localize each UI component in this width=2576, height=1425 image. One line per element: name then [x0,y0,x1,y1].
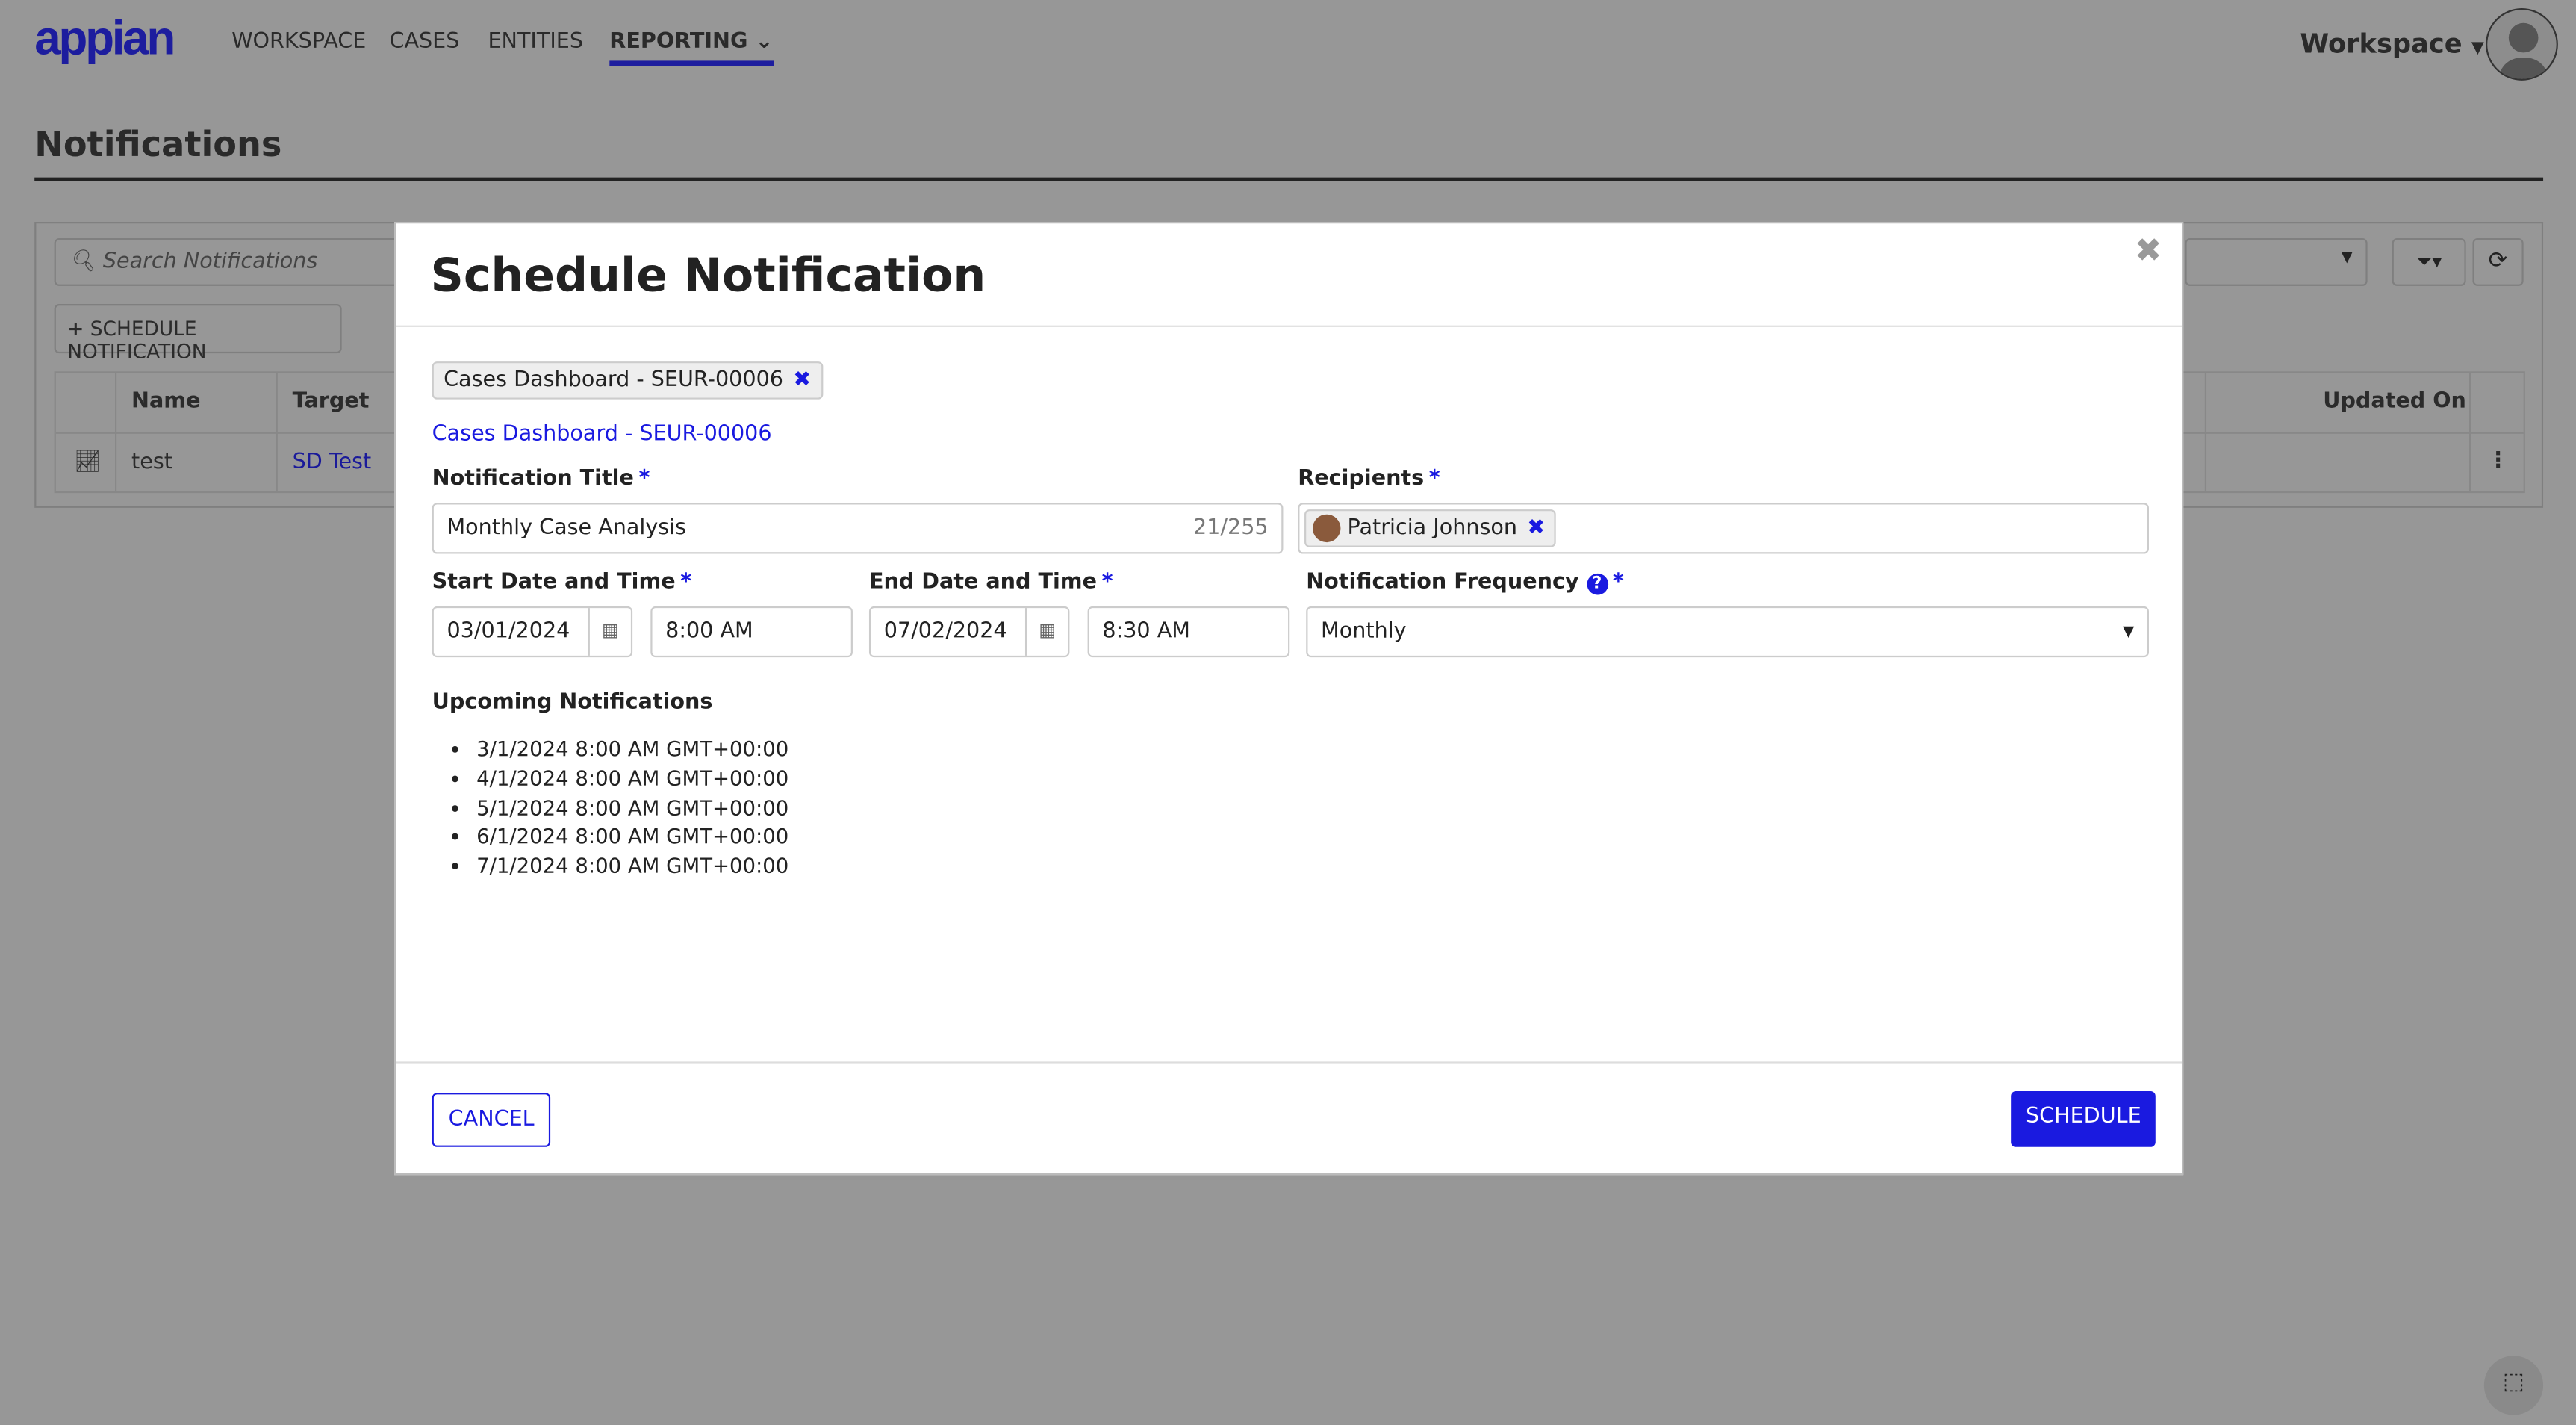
close-icon[interactable]: ✖ [2135,230,2162,270]
end-time-input[interactable]: 8:30 AM [1087,606,1290,658]
row-name: test [131,450,172,475]
upcoming-item: 6/1/2024 8:00 AM GMT+00:00 [476,822,788,851]
refresh-icon: ⟳ [2488,248,2508,275]
recipient-name: Patricia Johnson [1347,515,1518,541]
end-date-value: 07/02/2024 [883,619,1007,645]
title-divider [34,177,2544,180]
remove-recipient-icon[interactable]: ✖ [1527,516,1545,541]
upcoming-item: 4/1/2024 8:00 AM GMT+00:00 [476,764,788,793]
search-input[interactable]: 🔍︎ Search Notifications [54,238,416,286]
workspace-label: Workspace [2300,28,2463,60]
schedule-notification-dialog: Schedule Notification ✖ Cases Dashboard … [394,222,2184,1176]
filter-icon: ⏷▾ [2415,249,2442,273]
end-label: End Date and Time [868,570,1098,595]
caret-down-icon: ▼ [2122,624,2135,642]
user-silhouette-icon [2498,22,2549,79]
start-time-input[interactable]: 8:00 AM [650,606,853,658]
schedule-notification-button[interactable]: + SCHEDULE NOTIFICATION [54,304,342,363]
frequency-value: Monthly [1321,619,1407,645]
schedule-button[interactable]: SCHEDULE [2011,1090,2156,1147]
remove-target-icon[interactable]: ✖ [793,368,811,393]
start-label: Start Date and Time [432,570,676,595]
refresh-button[interactable]: ⟳ [2472,238,2524,286]
frequency-label: Notification Frequency [1306,570,1579,595]
search-icon: 🔍︎ [69,249,96,275]
caret-down-icon: ▼ [2341,249,2353,267]
chevron-down-icon: ⌄ [755,29,774,55]
chart-icon: 📈︎ [74,450,102,475]
title-value: Monthly Case Analysis [447,515,687,541]
filter-button[interactable]: ⏷▾ [2392,238,2466,286]
nav-entities[interactable]: ENTITIES [488,30,583,55]
schedule-notification-label: SCHEDULE NOTIFICATION [67,317,207,364]
user-avatar[interactable] [2486,8,2558,81]
upcoming-list: 3/1/2024 8:00 AM GMT+00:00 4/1/2024 8:00… [476,735,788,881]
caret-down-icon: ▼ [2471,39,2484,58]
search-placeholder: Search Notifications [102,249,318,275]
calendar-icon[interactable]: ▦ [1024,608,1068,656]
header-name[interactable]: Name [131,389,200,414]
page-title: Notifications [34,125,282,165]
start-date-input[interactable]: 03/01/2024 ▦ [432,606,633,658]
target-chip: Cases Dashboard - SEUR-00006 ✖ [432,361,823,400]
nav-workspace[interactable]: WORKSPACE [231,30,366,55]
notification-title-label: Notification Title [432,466,634,491]
character-count: 21/255 [1192,515,1269,541]
help-icon[interactable]: ? [1586,573,1608,595]
nav-cases[interactable]: CASES [389,30,459,55]
upcoming-label: Upcoming Notifications [432,690,713,715]
workspace-menu[interactable]: Workspace ▼ [2300,28,2483,59]
sort-dropdown[interactable]: ▼ [2185,238,2368,286]
end-date-input[interactable]: 07/02/2024 ▦ [868,606,1070,658]
upcoming-item: 3/1/2024 8:00 AM GMT+00:00 [476,735,788,764]
footer-divider [396,1061,2182,1064]
notification-title-input[interactable]: Monthly Case Analysis 21/255 [432,503,1284,554]
dialog-title: Schedule Notification [430,248,986,302]
required-marker: * [638,466,650,491]
cursor-select-icon[interactable]: ⬚ [2483,1356,2544,1415]
start-date-value: 03/01/2024 [447,619,570,645]
upcoming-item: 7/1/2024 8:00 AM GMT+00:00 [476,851,788,881]
recipients-label: Recipients [1298,466,1425,491]
target-chip-label: Cases Dashboard - SEUR-00006 [444,367,783,393]
recipients-picker[interactable]: Patricia Johnson ✖ [1298,503,2149,554]
cancel-button[interactable]: CANCEL [432,1093,551,1147]
recipient-chip: Patricia Johnson ✖ [1304,509,1557,547]
row-menu-icon[interactable]: ⋮ [2487,449,2509,474]
plus-icon: + [67,317,84,341]
header-target[interactable]: Target [293,389,370,414]
target-link[interactable]: Cases Dashboard - SEUR-00006 [432,422,772,447]
frequency-dropdown[interactable]: Monthly ▼ [1306,606,2149,658]
upcoming-item: 5/1/2024 8:00 AM GMT+00:00 [476,793,788,822]
appian-logo[interactable]: appian [34,13,175,68]
nav-reporting[interactable]: REPORTING ⌄ [609,29,774,66]
nav-reporting-label: REPORTING [609,29,748,55]
calendar-icon[interactable]: ▦ [588,608,631,656]
header-updated-on[interactable]: Updated On [2323,389,2466,414]
recipient-avatar [1313,514,1341,543]
row-target-link[interactable]: SD Test [293,450,372,475]
